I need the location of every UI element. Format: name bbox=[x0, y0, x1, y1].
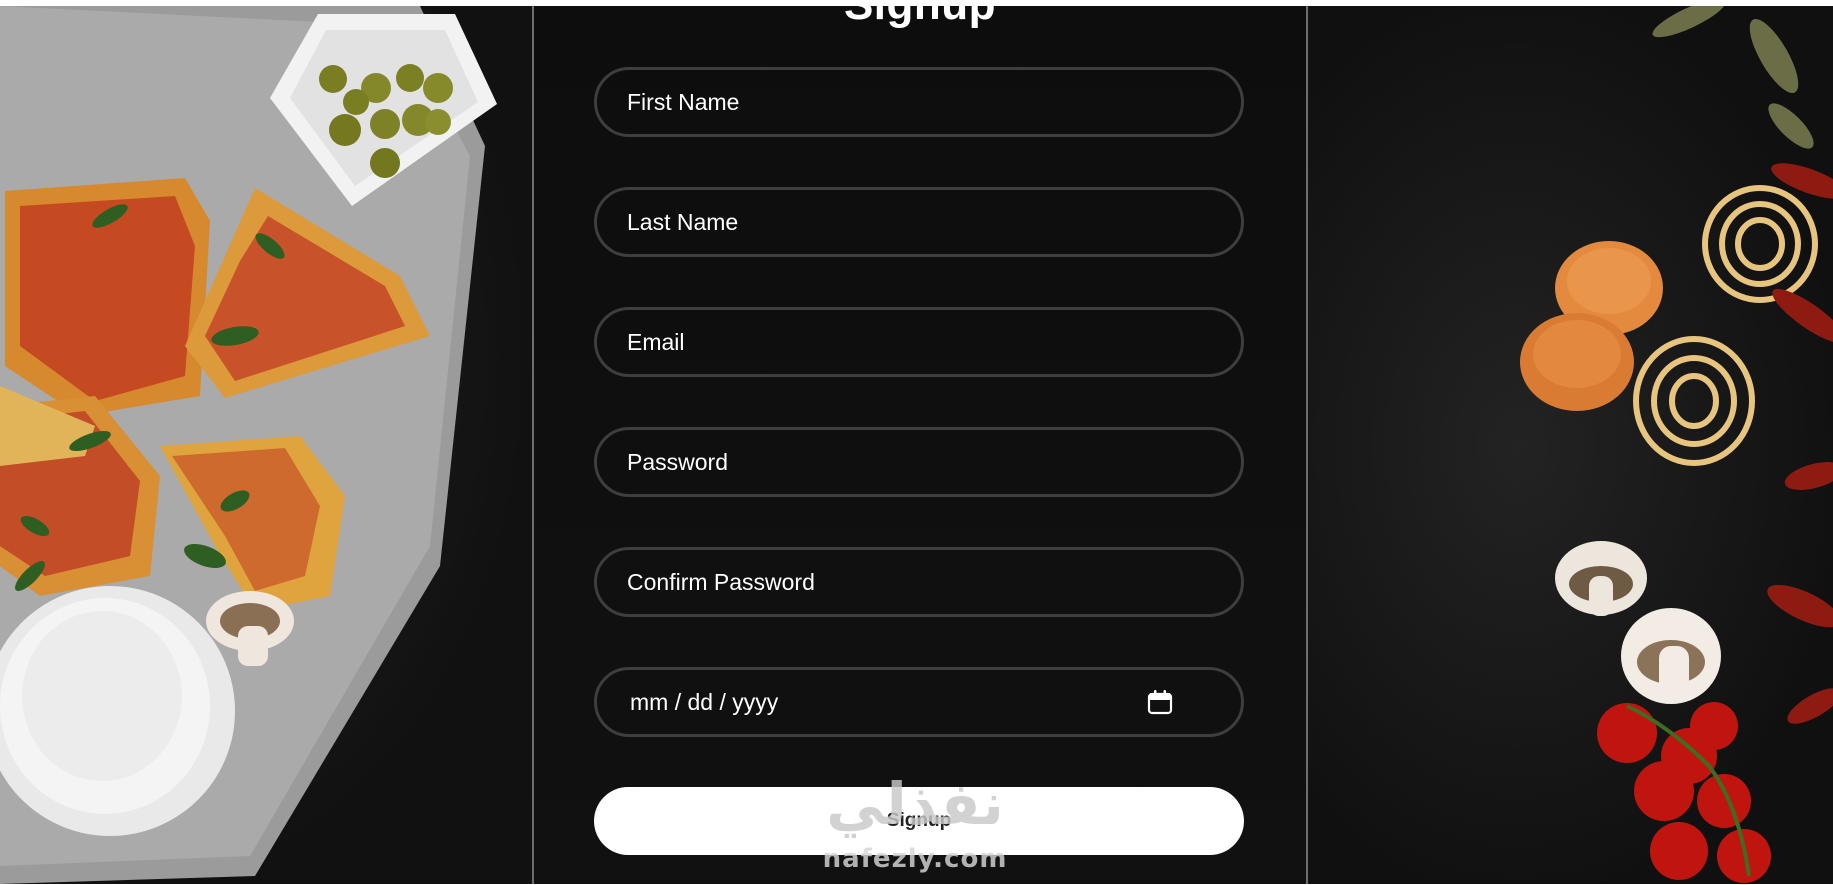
background-photo-right bbox=[1309, 6, 1833, 884]
background-photo-left bbox=[0, 6, 532, 884]
email-input[interactable] bbox=[597, 310, 1241, 374]
password-field[interactable] bbox=[594, 427, 1244, 497]
last-name-field[interactable] bbox=[594, 187, 1244, 257]
email-field[interactable] bbox=[594, 307, 1244, 377]
confirm-password-input[interactable] bbox=[597, 550, 1241, 614]
signup-panel: Signup mm / dd / yyyy Signup bbox=[532, 0, 1308, 884]
password-input[interactable] bbox=[597, 430, 1241, 494]
date-of-birth-field[interactable]: mm / dd / yyyy bbox=[594, 667, 1244, 737]
bay-leaves bbox=[1652, 6, 1814, 149]
first-name-field[interactable] bbox=[594, 67, 1244, 137]
calendar-icon[interactable] bbox=[1147, 689, 1173, 715]
date-placeholder: mm / dd / yyyy bbox=[630, 689, 779, 715]
first-name-input[interactable] bbox=[597, 70, 1241, 134]
page-title: Signup bbox=[843, 0, 997, 29]
confirm-password-field[interactable] bbox=[594, 547, 1244, 617]
eggs bbox=[1520, 241, 1663, 411]
last-name-input[interactable] bbox=[597, 190, 1241, 254]
pasta-nests bbox=[1633, 185, 1818, 466]
mushrooms bbox=[1555, 541, 1721, 704]
signup-button[interactable]: Signup bbox=[594, 787, 1244, 855]
